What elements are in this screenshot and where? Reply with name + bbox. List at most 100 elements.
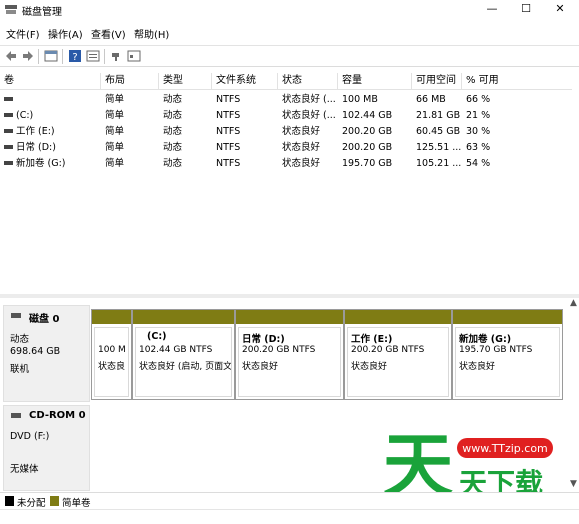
partition-status: 状态良好 — [242, 362, 279, 372]
disk-type: DVD (F:) — [10, 431, 50, 442]
table-row[interactable]: 简单 动态 NTFS 状态良好 (... 100 MB 66 MB 66 % — [0, 92, 572, 108]
volume-icon — [4, 160, 13, 165]
free-cell: 21.81 GB — [416, 110, 461, 121]
capacity-cell: 100 MB — [342, 94, 378, 105]
volume-name: (C:) — [16, 110, 34, 121]
percent-cell: 30 % — [466, 126, 491, 137]
connect-icon[interactable] — [110, 49, 124, 63]
window-title: 磁盘管理 — [22, 7, 62, 18]
title-bar: 磁盘管理 — ☐ ✕ — [0, 0, 579, 20]
partition-bar — [236, 310, 343, 324]
partition-bar — [345, 310, 451, 324]
maximize-button[interactable]: ☐ — [507, 0, 545, 20]
disk-view-scrollbar[interactable]: ▲ ▼ — [568, 298, 579, 491]
volume-icon — [4, 112, 13, 117]
menu-file[interactable]: 文件(F) — [6, 26, 40, 41]
column-layout[interactable]: 布局 — [101, 73, 159, 90]
layout-cell: 简单 — [105, 142, 125, 153]
menu-bar: 文件(F) 操作(A) 查看(V) 帮助(H) — [0, 24, 579, 42]
volume-name: 新加卷 (G:) — [16, 158, 66, 169]
percent-cell: 54 % — [466, 158, 491, 169]
partition-c[interactable]: (C:) 102.44 GB NTFS 状态良好 (启动, 页面文 — [132, 309, 235, 400]
partition-size: 195.70 GB NTFS — [459, 345, 533, 355]
column-capacity[interactable]: 容量 — [338, 73, 412, 90]
free-cell: 60.45 GB — [416, 126, 461, 137]
view-icon[interactable] — [86, 49, 100, 63]
capacity-cell: 195.70 GB — [342, 158, 393, 169]
volume-icon — [4, 128, 13, 133]
partition-name: 日常 (D:) — [242, 334, 285, 345]
menu-view[interactable]: 查看(V) — [91, 26, 126, 41]
cdrom-0-info[interactable]: CD-ROM 0 DVD (F:) 无媒体 — [3, 405, 90, 491]
column-percent-free[interactable]: % 可用 — [462, 73, 572, 90]
legend-label-unallocated: 未分配 — [17, 498, 46, 509]
volume-name: 工作 (E:) — [16, 126, 55, 137]
legend-swatch-unallocated — [5, 496, 14, 506]
type-cell: 动态 — [163, 110, 183, 121]
status-cell: 状态良好 — [282, 126, 321, 137]
volume-list-scrollbar[interactable] — [572, 69, 579, 294]
properties-icon[interactable] — [44, 49, 58, 63]
column-volume[interactable]: 卷 — [0, 73, 101, 90]
partition-g[interactable]: 新加卷 (G:) 195.70 GB NTFS 状态良好 — [452, 309, 563, 400]
table-row[interactable]: (C:) 简单 动态 NTFS 状态良好 (... 102.44 GB 21.8… — [0, 108, 572, 124]
status-cell: 状态良好 — [282, 158, 321, 169]
partition-size: 100 M — [98, 345, 126, 355]
partition-bar — [92, 310, 131, 324]
layout-cell: 简单 — [105, 158, 125, 169]
status-cell: 状态良好 (... — [282, 110, 336, 121]
list-icon[interactable] — [127, 49, 141, 63]
menu-help[interactable]: 帮助(H) — [134, 26, 169, 41]
partition-bar — [133, 310, 234, 324]
type-cell: 动态 — [163, 126, 183, 137]
scroll-down-arrow-icon[interactable]: ▼ — [570, 479, 577, 489]
free-cell: 66 MB — [416, 94, 446, 105]
partition-status: 状态良好 — [351, 362, 388, 372]
back-arrow-icon[interactable] — [4, 49, 18, 63]
type-cell: 动态 — [163, 94, 183, 105]
volume-icon — [4, 144, 13, 149]
status-cell: 状态良好 — [282, 142, 321, 153]
partition-size: 200.20 GB NTFS — [242, 345, 316, 355]
free-cell: 105.21 ... — [416, 158, 461, 169]
partition-size: 200.20 GB NTFS — [351, 345, 425, 355]
fs-cell: NTFS — [216, 142, 241, 153]
fs-cell: NTFS — [216, 94, 241, 105]
watermark-glyph: 天 — [383, 425, 453, 498]
percent-cell: 21 % — [466, 110, 491, 121]
partition-e[interactable]: 工作 (E:) 200.20 GB NTFS 状态良好 — [344, 309, 452, 400]
percent-cell: 66 % — [466, 94, 491, 105]
column-free-space[interactable]: 可用空间 — [412, 73, 462, 90]
table-row[interactable]: 日常 (D:) 简单 动态 NTFS 状态良好 200.20 GB 125.51… — [0, 140, 572, 156]
toolbar: ? — [0, 45, 579, 67]
column-type[interactable]: 类型 — [159, 73, 212, 90]
close-button[interactable]: ✕ — [541, 0, 579, 20]
partition-bar — [453, 310, 562, 324]
type-cell: 动态 — [163, 158, 183, 169]
status-bar — [0, 509, 579, 524]
layout-cell: 简单 — [105, 110, 125, 121]
watermark-logo: 天 www.TTzip.com 天下载 — [383, 425, 553, 498]
partition-d[interactable]: 日常 (D:) 200.20 GB NTFS 状态良好 — [235, 309, 344, 400]
capacity-cell: 200.20 GB — [342, 126, 393, 137]
partition-system-reserved[interactable]: 100 M 状态良 — [91, 309, 132, 400]
partition-name: (C:) — [147, 331, 167, 342]
minimize-button[interactable]: — — [473, 0, 511, 20]
partition-size: 102.44 GB NTFS — [139, 345, 213, 355]
column-filesystem[interactable]: 文件系统 — [212, 73, 278, 90]
volume-list-header: 卷 布局 类型 文件系统 状态 容量 可用空间 % 可用 — [0, 73, 572, 90]
forward-arrow-icon[interactable] — [21, 49, 35, 63]
scroll-up-arrow-icon[interactable]: ▲ — [570, 298, 577, 308]
disk-0-info[interactable]: 磁盘 0 动态 698.64 GB 联机 — [3, 305, 90, 402]
partition-status: 状态良 — [98, 362, 126, 372]
menu-action[interactable]: 操作(A) — [48, 26, 83, 41]
table-row[interactable]: 工作 (E:) 简单 动态 NTFS 状态良好 200.20 GB 60.45 … — [0, 124, 572, 140]
percent-cell: 63 % — [466, 142, 491, 153]
column-status[interactable]: 状态 — [278, 73, 338, 90]
table-row[interactable]: 新加卷 (G:) 简单 动态 NTFS 状态良好 195.70 GB 105.2… — [0, 156, 572, 172]
help-icon[interactable]: ? — [68, 49, 82, 63]
disk-management-icon — [5, 5, 17, 14]
partition-name: 工作 (E:) — [351, 334, 393, 345]
disk-name: CD-ROM 0 — [29, 410, 86, 421]
disk-name: 磁盘 0 — [29, 314, 60, 325]
